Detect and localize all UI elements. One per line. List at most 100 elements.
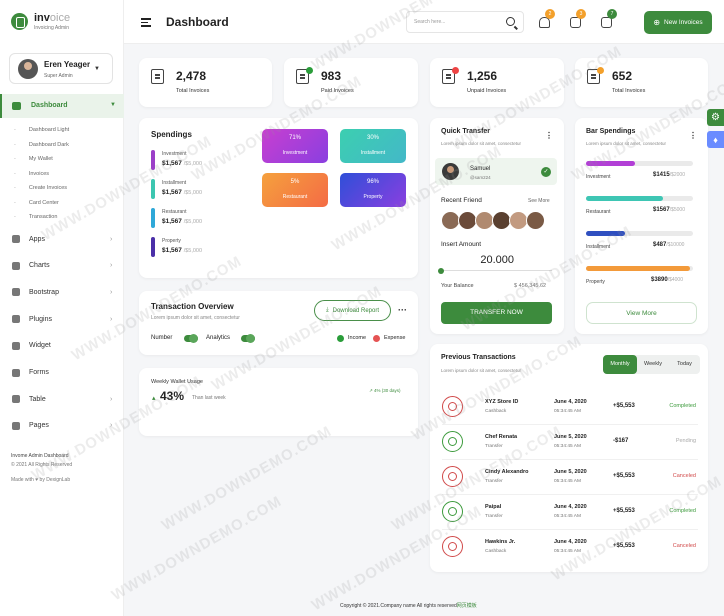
sidebar-item-dashboard[interactable]: Dashboard ▼ [0, 94, 124, 118]
spending-progress-fill [586, 196, 664, 201]
amount-slider[interactable] [441, 270, 552, 271]
new-invoices-button[interactable]: ⊕ New Invoices [644, 11, 712, 34]
balance-value: $ 456,345.62 [514, 283, 547, 289]
notification-badge: 2 [545, 9, 555, 19]
transaction-arrow-icon [442, 501, 463, 522]
sidebar-sub-item[interactable]: - Transaction [14, 214, 57, 220]
transaction-date: June 4, 2020 [554, 504, 587, 510]
tile-percent: 30% [366, 135, 379, 141]
sidebar-item-apps[interactable]: Apps › [12, 235, 112, 243]
spendings-title: Spendings [151, 130, 192, 139]
sidebar-item-widget[interactable]: Widget [12, 341, 51, 350]
arrow-circle-icon [448, 402, 457, 411]
tab-weekly[interactable]: Weekly [637, 355, 669, 374]
tile-percent: 96% [366, 179, 379, 185]
sidebar-sub-item[interactable]: - Create Invoices [14, 185, 67, 191]
download-report-button[interactable]: ⤓ Download Report [314, 300, 391, 321]
spending-name: Investment [162, 151, 187, 157]
spending-total: /$5,000 [183, 161, 203, 167]
arrow-circle-icon [448, 507, 457, 516]
spending-tile-installment[interactable]: 30% Installment [340, 129, 406, 163]
transaction-date: June 5, 2020 [554, 434, 587, 440]
amount-input[interactable]: 20.000 [478, 254, 514, 266]
sidebar-item-bootstrap[interactable]: Bootstrap › [12, 288, 112, 297]
transaction-time: 05:34:45 AM [554, 479, 581, 484]
transaction-name: Cindy Alexandro [485, 469, 529, 475]
sidebar-item-label: Plugins [29, 315, 52, 323]
user-role: Super Admin [44, 73, 73, 79]
transaction-amount: +$5,553 [613, 508, 635, 514]
watermark-text: WWW.DOWNDEMO.COM [158, 422, 335, 535]
menu-icon[interactable] [141, 18, 151, 29]
sidebar-sub-item[interactable]: - Dashboard Light [14, 127, 69, 133]
new-invoices-label: New Invoices [664, 19, 703, 26]
sidebar-sub-item[interactable]: - My Wallet [14, 156, 53, 162]
transaction-time: 05:34:45 AM [554, 549, 581, 554]
friend-avatar[interactable] [526, 211, 545, 230]
row-divider [442, 424, 698, 425]
caret-down-icon: ▼ [110, 102, 116, 108]
quick-transfer-title: Quick Transfer [441, 128, 491, 135]
more-vertical-icon[interactable]: ⋮ [545, 131, 553, 140]
spending-tile-restaurant[interactable]: 5% Restaurant [262, 173, 328, 207]
user-profile-dropdown[interactable]: Eren Yeager Super Admin ▼ [9, 53, 113, 84]
period-tabs: Monthly Weekly Today [603, 355, 700, 374]
chevron-right-icon: › [110, 395, 113, 403]
expense-legend-dot [373, 335, 380, 342]
transfer-now-button[interactable]: TRANSFER NOW [441, 302, 552, 324]
search-icon[interactable] [506, 17, 515, 26]
sidebar-sub-item-label: Dashboard Light [28, 127, 70, 133]
footer-link[interactable]: 网页模板 [457, 603, 477, 609]
sidebar-sub-item[interactable]: - Dashboard Dark [14, 142, 69, 148]
stat-value: 1,256 [467, 69, 498, 83]
toggle-number[interactable] [184, 334, 198, 343]
bar-spending-total: /$10000 [666, 242, 685, 248]
contact-name: Samuel [470, 166, 491, 172]
spending-tile-investment[interactable]: 71% Investment [262, 129, 328, 163]
toggle-analytics[interactable] [241, 334, 255, 343]
sidebar-item-label: Pages [29, 422, 49, 430]
dash-icon: - [14, 185, 16, 191]
stat-label: Paid Invoices [321, 88, 354, 94]
dash-icon: - [14, 141, 16, 148]
dash-icon: - [14, 156, 16, 162]
more-icon[interactable]: ··· [398, 305, 407, 315]
tab-monthly[interactable]: Monthly [603, 355, 637, 374]
transaction-amount: -$167 [613, 438, 629, 444]
file-icon [12, 368, 20, 377]
bar-spending-name: Installment [586, 244, 611, 250]
slider-handle[interactable] [438, 268, 444, 274]
sidebar-item-label: Apps [29, 235, 45, 243]
transaction-status: Completed [669, 508, 696, 514]
sidebar-item-charts[interactable]: Charts › [12, 261, 112, 270]
tab-today[interactable]: Today [669, 355, 700, 374]
spending-progress-fill [586, 161, 636, 166]
transaction-type: Transfer [485, 479, 503, 484]
sidebar-footer-made: Made with ♥ by DexignLab [11, 477, 71, 483]
sidebar-sub-item[interactable]: - Card Center [14, 200, 59, 206]
spending-name: Property [162, 238, 181, 244]
sidebar-item-forms[interactable]: Forms [12, 368, 49, 377]
view-more-button[interactable]: View More [586, 302, 697, 324]
stat-card: 983 Paid Invoices [284, 58, 418, 107]
see-more-link[interactable]: See More [528, 198, 550, 204]
sidebar-item-pages[interactable]: Pages › [12, 421, 112, 430]
theme-drop-icon[interactable]: ♦ [707, 131, 724, 148]
stat-label: Unpaid Invoices [467, 88, 507, 94]
spending-tile-property[interactable]: 96% Property [340, 173, 406, 207]
transaction-status: Canceled [672, 543, 696, 549]
contact-avatar [442, 163, 459, 180]
weekly-compare: Than last week [192, 395, 226, 401]
settings-gear-icon[interactable]: ⚙ [707, 109, 724, 126]
search-input[interactable]: Search here... [406, 11, 524, 33]
sidebar-sub-item[interactable]: - Invoices [14, 171, 49, 177]
bar-spending-value: $487/$10000 [653, 242, 684, 248]
more-vertical-icon[interactable]: ⋮ [689, 131, 697, 140]
brand-name[interactable]: invoice [34, 12, 70, 24]
transaction-name: Paipal [485, 504, 502, 510]
bar-spending-total: /$4000 [667, 277, 683, 283]
sidebar-item-plugins[interactable]: Plugins › [12, 315, 112, 324]
stat-value: 2,478 [176, 69, 207, 83]
sidebar-item-table[interactable]: Table › [12, 395, 112, 404]
stat-label: Total Invoices [612, 88, 646, 94]
